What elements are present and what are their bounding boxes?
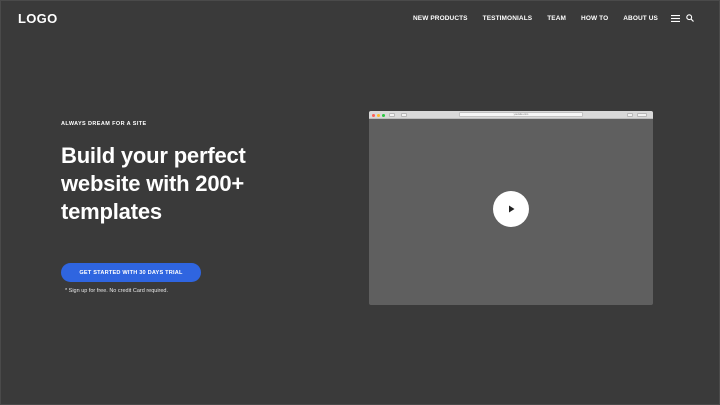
browser-toolbar: yoursite.com [369, 111, 653, 119]
close-dot-icon [372, 113, 375, 117]
hero-headline: Build your perfect website with 200+ tem… [61, 142, 301, 226]
nav-item-team[interactable]: TEAM [547, 15, 566, 22]
hero-eyebrow: ALWAYS DREAM FOR A SITE [61, 121, 147, 127]
address-bar: yoursite.com [459, 112, 583, 118]
headline-line-1: Build your perfect [61, 143, 246, 168]
main-nav: NEW PRODUCTS TESTIMONIALS TEAM HOW TO AB… [398, 14, 694, 22]
logo[interactable]: LOGO [18, 11, 57, 26]
nav-item-new-products[interactable]: NEW PRODUCTS [413, 15, 468, 22]
search-icon[interactable] [686, 14, 694, 22]
get-started-button[interactable]: GET STARTED WITH 30 DAYS TRIAL [61, 263, 201, 282]
signup-note: * Sign up for free. No credit Card requi… [65, 288, 169, 294]
search-icon-glyph [686, 14, 694, 22]
menu-icon-glyph [671, 14, 680, 22]
nav-item-testimonials[interactable]: TESTIMONIALS [483, 15, 533, 22]
tabs-icon [637, 112, 647, 117]
back-forward-icon [389, 112, 395, 117]
headline-line-3: templates [61, 199, 162, 224]
share-icon [627, 112, 633, 117]
video-preview: yoursite.com [369, 111, 653, 305]
play-icon [509, 205, 515, 213]
minimize-dot-icon [377, 113, 380, 117]
sidebar-icon [401, 112, 407, 117]
play-button[interactable] [493, 191, 529, 227]
nav-item-how-to[interactable]: HOW TO [581, 15, 608, 22]
maximize-dot-icon [382, 113, 385, 117]
menu-icon[interactable] [671, 14, 680, 22]
nav-item-about-us[interactable]: ABOUT US [623, 15, 658, 22]
headline-line-2: website with 200+ [61, 171, 245, 196]
